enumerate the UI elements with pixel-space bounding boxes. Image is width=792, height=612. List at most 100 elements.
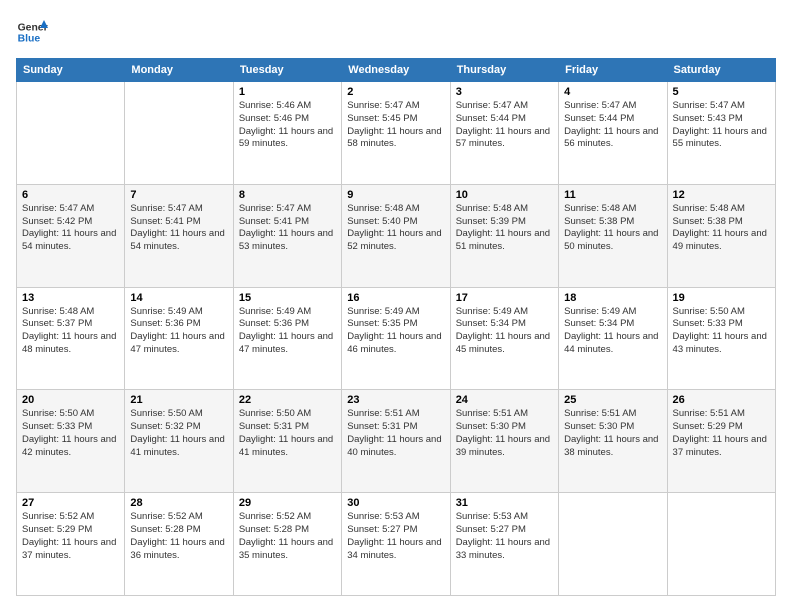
calendar-cell: 16Sunrise: 5:49 AM Sunset: 5:35 PM Dayli… — [342, 287, 450, 390]
cell-info: Sunrise: 5:47 AM Sunset: 5:44 PM Dayligh… — [564, 100, 661, 151]
cell-day-number: 11 — [564, 189, 661, 201]
cell-info: Sunrise: 5:47 AM Sunset: 5:43 PM Dayligh… — [673, 100, 770, 151]
cell-day-number: 16 — [347, 292, 444, 304]
cell-info: Sunrise: 5:49 AM Sunset: 5:34 PM Dayligh… — [564, 306, 661, 357]
cell-day-number: 25 — [564, 394, 661, 406]
calendar-cell: 3 Sunrise: 5:47 AM Sunset: 5:44 PM Daylig… — [450, 82, 558, 185]
cell-day-number: 23 — [347, 394, 444, 406]
calendar-cell: 15 Sunrise: 5:49 AM Sunset: 5:36 PM Dayli… — [233, 287, 341, 390]
cell-info: Sunrise: 5:48 AM Sunset: 5:37 PM Dayligh… — [22, 306, 119, 357]
cell-day-number: 19 — [673, 292, 770, 304]
col-header-thursday: Thursday — [450, 59, 558, 82]
cell-day-number: 28 — [130, 497, 227, 509]
cell-day-number: 30 — [347, 497, 444, 509]
calendar-header-row: SundayMondayTuesdayWednesdayThursdayFrid… — [17, 59, 776, 82]
cell-info: Sunrise: 5:48 AM Sunset: 5:40 PM Dayligh… — [347, 203, 444, 254]
calendar-cell: 14 Sunrise: 5:49 AM Sunset: 5:36 PM Dayli… — [125, 287, 233, 390]
cell-day-number: 14 — [130, 292, 227, 304]
col-header-sunday: Sunday — [17, 59, 125, 82]
cell-info: Sunrise: 5:49 AM Sunset: 5:34 PM Dayligh… — [456, 306, 553, 357]
logo-icon: General Blue — [16, 16, 48, 48]
col-header-wednesday: Wednesday — [342, 59, 450, 82]
calendar-cell: 24 Sunrise: 5:51 AM Sunset: 5:30 PM Dayli… — [450, 390, 558, 493]
calendar-cell: 20 Sunrise: 5:50 AM Sunset: 5:33 PM Dayli… — [17, 390, 125, 493]
cell-info: Sunrise: 5:50 AM Sunset: 5:32 PM Dayligh… — [130, 408, 227, 459]
cell-info: Sunrise: 5:49 AM Sunset: 5:36 PM Dayligh… — [239, 306, 336, 357]
calendar-cell — [17, 82, 125, 185]
calendar-cell: 31 Sunrise: 5:53 AM Sunset: 5:27 PM Dayli… — [450, 493, 558, 596]
calendar-cell: 25 Sunrise: 5:51 AM Sunset: 5:30 PM Dayli… — [559, 390, 667, 493]
cell-info: Sunrise: 5:51 AM Sunset: 5:29 PM Dayligh… — [673, 408, 770, 459]
cell-day-number: 7 — [130, 189, 227, 201]
calendar-cell: 7 Sunrise: 5:47 AM Sunset: 5:41 PM Daylig… — [125, 184, 233, 287]
calendar-cell: 21 Sunrise: 5:50 AM Sunset: 5:32 PM Dayli… — [125, 390, 233, 493]
svg-text:Blue: Blue — [18, 34, 41, 45]
calendar-cell: 27 Sunrise: 5:52 AM Sunset: 5:29 PM Dayli… — [17, 493, 125, 596]
cell-info: Sunrise: 5:48 AM Sunset: 5:39 PM Dayligh… — [456, 203, 553, 254]
calendar-week-row: 20 Sunrise: 5:50 AM Sunset: 5:33 PM Dayli… — [17, 390, 776, 493]
calendar-cell: 1 Sunrise: 5:46 AM Sunset: 5:46 PM Daylig… — [233, 82, 341, 185]
calendar-cell: 17 Sunrise: 5:49 AM Sunset: 5:34 PM Dayli… — [450, 287, 558, 390]
calendar-cell: 26 Sunrise: 5:51 AM Sunset: 5:29 PM Dayli… — [667, 390, 775, 493]
cell-info: Sunrise: 5:52 AM Sunset: 5:29 PM Dayligh… — [22, 511, 119, 562]
cell-day-number: 6 — [22, 189, 119, 201]
cell-info: Sunrise: 5:52 AM Sunset: 5:28 PM Dayligh… — [239, 511, 336, 562]
calendar-cell: 9Sunrise: 5:48 AM Sunset: 5:40 PM Daylig… — [342, 184, 450, 287]
cell-day-number: 12 — [673, 189, 770, 201]
cell-info: Sunrise: 5:47 AM Sunset: 5:45 PM Dayligh… — [347, 100, 444, 151]
calendar-week-row: 13 Sunrise: 5:48 AM Sunset: 5:37 PM Dayli… — [17, 287, 776, 390]
cell-day-number: 3 — [456, 86, 553, 98]
calendar-week-row: 6 Sunrise: 5:47 AM Sunset: 5:42 PM Daylig… — [17, 184, 776, 287]
calendar-cell: 29 Sunrise: 5:52 AM Sunset: 5:28 PM Dayli… — [233, 493, 341, 596]
calendar-cell: 30 Sunrise: 5:53 AM Sunset: 5:27 PM Dayli… — [342, 493, 450, 596]
calendar-table: SundayMondayTuesdayWednesdayThursdayFrid… — [16, 58, 776, 596]
calendar-cell: 2 Sunrise: 5:47 AM Sunset: 5:45 PM Daylig… — [342, 82, 450, 185]
calendar-cell — [559, 493, 667, 596]
calendar-cell: 11Sunrise: 5:48 AM Sunset: 5:38 PM Dayli… — [559, 184, 667, 287]
cell-info: Sunrise: 5:47 AM Sunset: 5:42 PM Dayligh… — [22, 203, 119, 254]
calendar-cell: 6 Sunrise: 5:47 AM Sunset: 5:42 PM Daylig… — [17, 184, 125, 287]
cell-info: Sunrise: 5:46 AM Sunset: 5:46 PM Dayligh… — [239, 100, 336, 151]
cell-info: Sunrise: 5:51 AM Sunset: 5:30 PM Dayligh… — [564, 408, 661, 459]
calendar-cell — [125, 82, 233, 185]
cell-info: Sunrise: 5:51 AM Sunset: 5:30 PM Dayligh… — [456, 408, 553, 459]
col-header-friday: Friday — [559, 59, 667, 82]
cell-day-number: 27 — [22, 497, 119, 509]
calendar-cell: 13 Sunrise: 5:48 AM Sunset: 5:37 PM Dayli… — [17, 287, 125, 390]
cell-info: Sunrise: 5:49 AM Sunset: 5:36 PM Dayligh… — [130, 306, 227, 357]
cell-info: Sunrise: 5:47 AM Sunset: 5:44 PM Dayligh… — [456, 100, 553, 151]
calendar-cell: 18 Sunrise: 5:49 AM Sunset: 5:34 PM Dayli… — [559, 287, 667, 390]
cell-info: Sunrise: 5:50 AM Sunset: 5:33 PM Dayligh… — [22, 408, 119, 459]
calendar-cell: 12 Sunrise: 5:48 AM Sunset: 5:38 PM Dayli… — [667, 184, 775, 287]
cell-day-number: 13 — [22, 292, 119, 304]
cell-day-number: 26 — [673, 394, 770, 406]
header: General Blue — [16, 16, 776, 48]
cell-day-number: 2 — [347, 86, 444, 98]
cell-info: Sunrise: 5:53 AM Sunset: 5:27 PM Dayligh… — [347, 511, 444, 562]
calendar-cell: 8 Sunrise: 5:47 AM Sunset: 5:41 PM Daylig… — [233, 184, 341, 287]
calendar-cell: 10 Sunrise: 5:48 AM Sunset: 5:39 PM Dayli… — [450, 184, 558, 287]
cell-day-number: 21 — [130, 394, 227, 406]
cell-info: Sunrise: 5:48 AM Sunset: 5:38 PM Dayligh… — [673, 203, 770, 254]
calendar-cell: 23Sunrise: 5:51 AM Sunset: 5:31 PM Dayli… — [342, 390, 450, 493]
calendar-cell: 4Sunrise: 5:47 AM Sunset: 5:44 PM Daylig… — [559, 82, 667, 185]
cell-day-number: 17 — [456, 292, 553, 304]
cell-info: Sunrise: 5:53 AM Sunset: 5:27 PM Dayligh… — [456, 511, 553, 562]
cell-day-number: 24 — [456, 394, 553, 406]
cell-day-number: 8 — [239, 189, 336, 201]
cell-day-number: 1 — [239, 86, 336, 98]
logo: General Blue — [16, 16, 48, 48]
cell-day-number: 31 — [456, 497, 553, 509]
cell-info: Sunrise: 5:47 AM Sunset: 5:41 PM Dayligh… — [130, 203, 227, 254]
cell-info: Sunrise: 5:50 AM Sunset: 5:31 PM Dayligh… — [239, 408, 336, 459]
cell-day-number: 29 — [239, 497, 336, 509]
calendar-week-row: 1 Sunrise: 5:46 AM Sunset: 5:46 PM Daylig… — [17, 82, 776, 185]
cell-day-number: 10 — [456, 189, 553, 201]
cell-day-number: 18 — [564, 292, 661, 304]
cell-day-number: 20 — [22, 394, 119, 406]
cell-info: Sunrise: 5:47 AM Sunset: 5:41 PM Dayligh… — [239, 203, 336, 254]
cell-info: Sunrise: 5:50 AM Sunset: 5:33 PM Dayligh… — [673, 306, 770, 357]
cell-day-number: 15 — [239, 292, 336, 304]
col-header-monday: Monday — [125, 59, 233, 82]
cell-day-number: 5 — [673, 86, 770, 98]
